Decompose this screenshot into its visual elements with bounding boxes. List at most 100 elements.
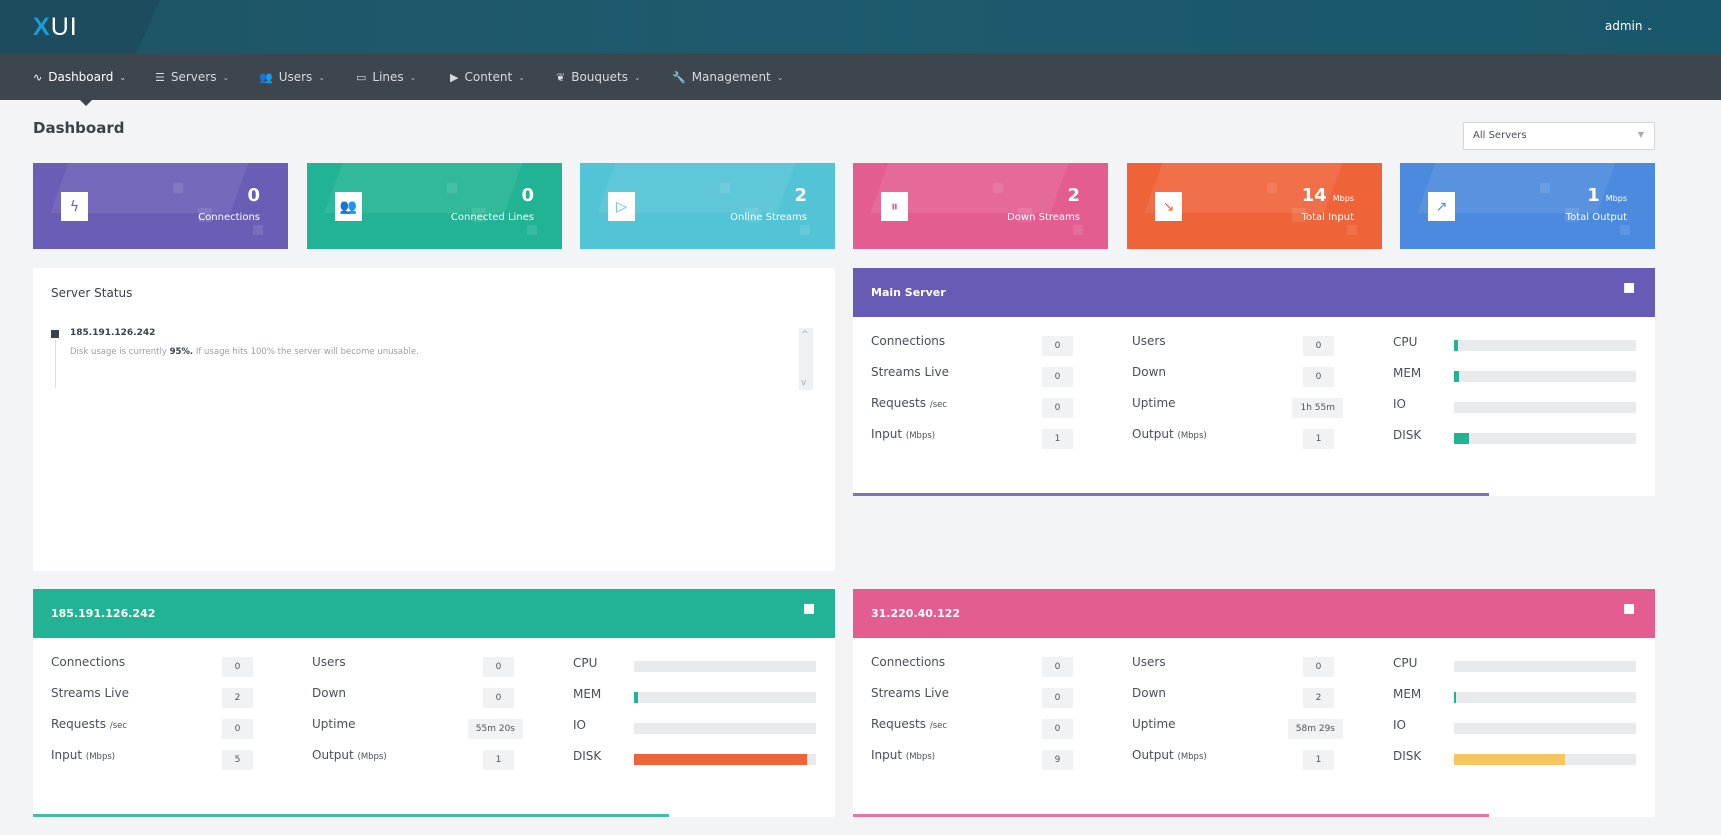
cpu-progress [1454, 661, 1636, 672]
server-panel: Main Server 📈 Connections 0 Streams Live 0 Re… [853, 268, 1655, 496]
decoration [447, 183, 457, 193]
value-connections: 0 [222, 657, 253, 677]
value-down: 0 [1303, 367, 1334, 387]
label-disk: DISK [1393, 428, 1422, 442]
value-requests: 0 [1042, 719, 1073, 739]
label-mem: MEM [1393, 687, 1422, 701]
label-output: Output (Mbps) [1132, 427, 1207, 441]
stat-unit: Mbps [1332, 194, 1354, 203]
cpu-progress [634, 661, 816, 672]
io-progress [634, 723, 816, 734]
monitor-icon: ▭ [356, 70, 367, 84]
nav-management[interactable]: 🔧 Management ⌄ [672, 54, 783, 100]
disk-progress-fill [634, 754, 807, 765]
server-panel: 185.191.126.242 📈 Connections 0 Streams Liv… [33, 589, 835, 817]
label-cpu: CPU [1393, 335, 1418, 349]
stat-card-online-streams[interactable]: ▷ 2 Online Streams [580, 163, 835, 249]
user-name: admin [1604, 19, 1643, 33]
label-connections: Connections [871, 334, 946, 348]
top-header: XUI admin ⌄ [0, 0, 1721, 54]
stat-value: 14 Mbps [1301, 185, 1354, 206]
stat-value: 2 [794, 185, 807, 206]
server-panel: 31.220.40.122 📈 Connections 0 Streams Live 0… [853, 589, 1655, 817]
chevron-down-icon: ⌄ [318, 72, 326, 82]
chevron-down-icon: ⌄ [518, 72, 525, 82]
value-requests: 0 [222, 719, 253, 739]
traffic-sparkline [33, 814, 669, 817]
page-title: Dashboard [33, 119, 125, 137]
server-panel-header: 185.191.126.242 📈 [33, 589, 835, 638]
label-io: IO [1393, 397, 1406, 411]
logo[interactable]: XUI [33, 13, 78, 42]
label-connections: Connections [51, 655, 126, 669]
stat-card-total-output[interactable]: ↗ 1 Mbps Total Output [1400, 163, 1655, 249]
value-down: 2 [1303, 688, 1334, 708]
stat-label: Connections [198, 212, 260, 223]
label-users: Users [1132, 655, 1166, 669]
mem-progress-fill [1454, 371, 1460, 382]
value-output: 1 [1303, 429, 1334, 449]
nav-dashboard[interactable]: ∿ Dashboard ⌄ [33, 54, 126, 100]
server-select-value: All Servers [1473, 130, 1527, 141]
nav-label: Users [278, 70, 313, 84]
nav-lines[interactable]: ▭ Lines ⌄ [356, 54, 416, 100]
traffic-sparkline [853, 814, 1489, 817]
status-ip: 185.191.126.242 [70, 328, 156, 338]
nav-users[interactable]: 👥 Users ⌄ [259, 54, 325, 100]
chevron-down-icon: ⌄ [633, 72, 641, 82]
nav-bouquets[interactable]: ❦ Bouquets ⌄ [556, 54, 641, 100]
mem-progress-fill [1454, 692, 1456, 703]
chevron-down-icon: ▼ [1637, 130, 1644, 139]
io-progress [1454, 402, 1636, 413]
users-icon: 👥 [335, 192, 362, 221]
value-users: 0 [483, 657, 514, 677]
stat-card-total-input[interactable]: ↘ 14 Mbps Total Input [1127, 163, 1382, 249]
chart-icon[interactable]: 📈 [1624, 605, 1635, 615]
disk-progress-fill [1454, 754, 1566, 765]
trend-down-icon: ↘ [1155, 192, 1182, 221]
stat-card-connected-lines[interactable]: 👥 0 Connected Lines [307, 163, 562, 249]
scroll-up-icon[interactable]: ^ [801, 330, 809, 340]
stat-card-connections[interactable]: ϟ 0 Connections [33, 163, 288, 249]
label-mem: MEM [573, 687, 602, 701]
stat-card-down-streams[interactable]: ⏸ 2 Down Streams [853, 163, 1108, 249]
server-select[interactable]: All Servers ▼ [1463, 122, 1655, 150]
nav-servers[interactable]: ☰ Servers ⌄ [155, 54, 229, 100]
logo-x: X [33, 13, 51, 41]
stat-label: Online Streams [730, 212, 807, 223]
nav-label: Management [691, 70, 771, 84]
chart-icon[interactable]: 📈 [804, 605, 815, 615]
nav-label: Dashboard [48, 70, 114, 84]
value-users: 0 [1303, 336, 1334, 356]
chevron-down-icon: ⌄ [409, 72, 417, 82]
label-streams_live: Streams Live [51, 686, 129, 700]
server-icon: ☰ [155, 70, 165, 84]
disk-progress-fill [1454, 433, 1469, 444]
active-nav-caret [80, 100, 92, 106]
value-requests: 0 [1042, 398, 1073, 418]
label-cpu: CPU [1393, 656, 1418, 670]
label-io: IO [1393, 718, 1406, 732]
chevron-down-icon: ⌄ [119, 72, 127, 82]
status-marker-icon [51, 330, 59, 338]
scroll-down-icon[interactable]: v [801, 378, 806, 388]
decoration [1267, 183, 1277, 193]
chart-icon[interactable]: 📈 [1624, 284, 1635, 294]
label-input: Input (Mbps) [51, 748, 116, 762]
users-icon: 👥 [259, 70, 273, 84]
label-streams_live: Streams Live [871, 686, 949, 700]
chevron-down-icon: ⌄ [1646, 23, 1653, 32]
server-panel-header: Main Server 📈 [853, 268, 1655, 317]
user-menu[interactable]: admin ⌄ [1605, 19, 1653, 33]
value-input: 9 [1042, 750, 1073, 770]
status-scrollbar[interactable]: ^ v [799, 328, 813, 390]
nav-content[interactable]: ▶ Content ⌄ [450, 54, 525, 100]
label-input: Input (Mbps) [871, 748, 936, 762]
decoration [527, 225, 537, 235]
decoration [173, 183, 183, 193]
mem-progress [634, 692, 816, 703]
value-output: 1 [1303, 750, 1334, 770]
server-name: 31.220.40.122 [871, 607, 961, 620]
server-status-title: Server Status [51, 286, 133, 300]
decoration [800, 225, 810, 235]
